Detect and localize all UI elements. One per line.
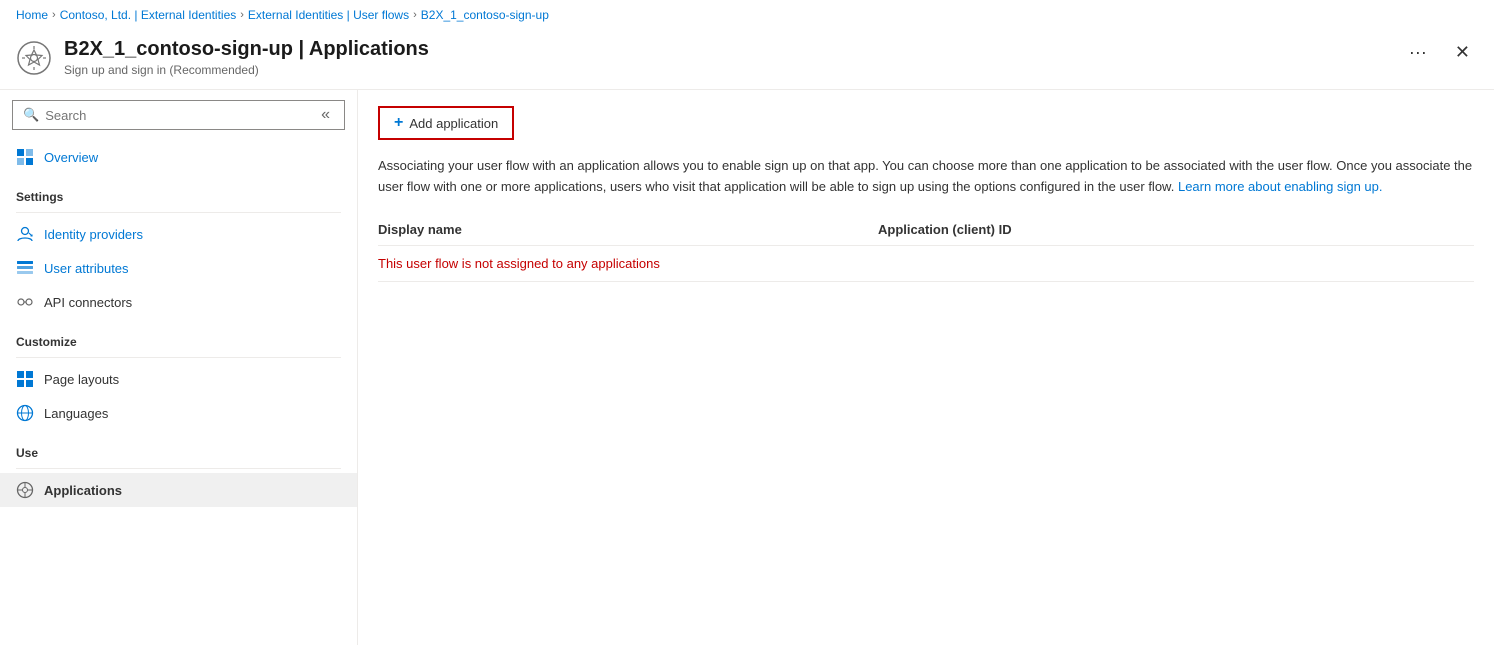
customize-section-title: Customize <box>0 323 357 353</box>
applications-icon <box>16 481 34 499</box>
breadcrumb: Home › Contoso, Ltd. | External Identiti… <box>0 0 1494 30</box>
languages-icon <box>16 404 34 422</box>
breadcrumb-contoso[interactable]: Contoso, Ltd. | External Identities <box>60 8 237 22</box>
sidebar-item-languages[interactable]: Languages <box>0 396 357 430</box>
sidebar-item-user-attributes[interactable]: User attributes <box>0 251 357 285</box>
add-icon: + <box>394 114 403 132</box>
applications-table: Display name Application (client) ID Thi… <box>378 214 1474 282</box>
header-left: B2X_1_contoso-sign-up | Applications Sig… <box>16 38 429 77</box>
search-input[interactable] <box>45 108 311 123</box>
page-header: B2X_1_contoso-sign-up | Applications Sig… <box>0 30 1494 90</box>
sidebar-item-label-page-layouts: Page layouts <box>44 372 119 387</box>
close-button[interactable]: ✕ <box>1447 38 1478 67</box>
content-area: + Add application Associating your user … <box>358 90 1494 645</box>
overview-icon <box>16 148 34 166</box>
sidebar-item-label-overview: Overview <box>44 150 98 165</box>
use-divider <box>16 468 341 469</box>
table-header: Display name Application (client) ID <box>378 214 1474 246</box>
customize-divider <box>16 357 341 358</box>
learn-more-link[interactable]: Learn more about enabling sign up. <box>1178 179 1383 194</box>
sidebar-item-label-applications: Applications <box>44 483 122 498</box>
page-title: B2X_1_contoso-sign-up | Applications <box>64 38 429 61</box>
sidebar-item-label-api-connectors: API connectors <box>44 295 132 310</box>
use-section-title: Use <box>0 434 357 464</box>
sidebar-item-overview[interactable]: Overview <box>0 140 357 174</box>
table-row-empty: This user flow is not assigned to any ap… <box>378 246 1474 282</box>
sidebar-item-label-user-attributes: User attributes <box>44 261 129 276</box>
page-layouts-icon <box>16 370 34 388</box>
table-col2-header: Application (client) ID <box>878 222 1474 237</box>
api-connectors-icon <box>16 293 34 311</box>
description-text: Associating your user flow with an appli… <box>378 156 1474 198</box>
sidebar-item-page-layouts[interactable]: Page layouts <box>0 362 357 396</box>
header-actions: ··· ✕ <box>1401 38 1478 67</box>
settings-section-title: Settings <box>0 178 357 208</box>
collapse-button[interactable]: « <box>317 106 334 124</box>
title-block: B2X_1_contoso-sign-up | Applications Sig… <box>64 38 429 77</box>
search-icon: 🔍 <box>23 107 39 123</box>
empty-message: This user flow is not assigned to any ap… <box>378 256 660 271</box>
breadcrumb-user-flows[interactable]: External Identities | User flows <box>248 8 409 22</box>
user-attributes-icon <box>16 259 34 277</box>
ellipsis-button[interactable]: ··· <box>1401 38 1435 67</box>
sidebar: 🔍 « Overview Settings <box>0 90 358 645</box>
breadcrumb-b2x[interactable]: B2X_1_contoso-sign-up <box>421 8 549 22</box>
sidebar-item-label-identity-providers: Identity providers <box>44 227 143 242</box>
add-application-button[interactable]: + Add application <box>378 106 514 140</box>
sidebar-item-api-connectors[interactable]: API connectors <box>0 285 357 319</box>
sidebar-item-label-languages: Languages <box>44 406 108 421</box>
settings-divider <box>16 212 341 213</box>
page-icon <box>16 40 52 76</box>
breadcrumb-home[interactable]: Home <box>16 8 48 22</box>
table-col1-header: Display name <box>378 222 878 237</box>
search-bar[interactable]: 🔍 « <box>12 100 345 130</box>
add-application-label: Add application <box>409 116 498 131</box>
page-subtitle: Sign up and sign in (Recommended) <box>64 63 429 77</box>
identity-icon <box>16 225 34 243</box>
sidebar-item-identity-providers[interactable]: Identity providers <box>0 217 357 251</box>
main-layout: 🔍 « Overview Settings <box>0 90 1494 645</box>
sidebar-item-applications[interactable]: Applications <box>0 473 357 507</box>
